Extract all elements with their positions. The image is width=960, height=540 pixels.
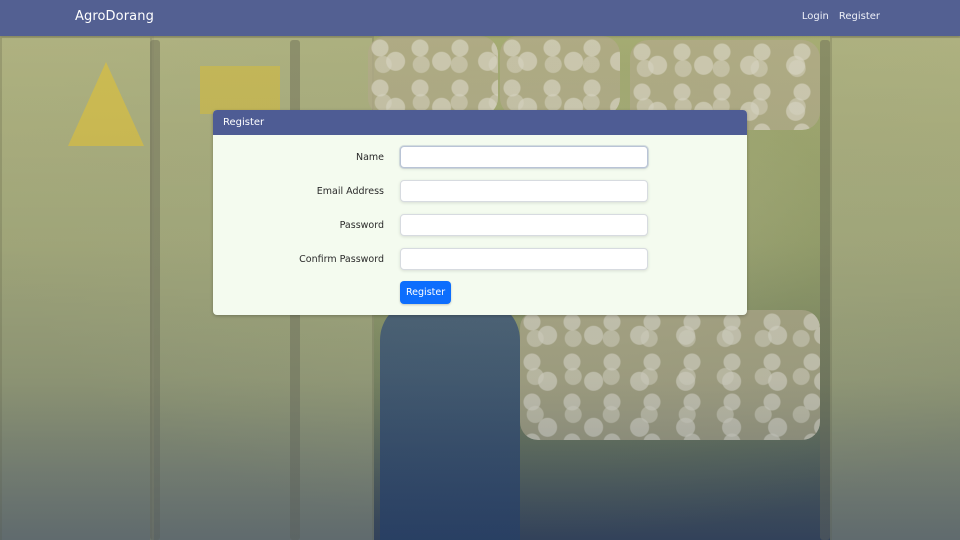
- card-title: Register: [213, 110, 747, 135]
- register-card: Register Name Email Address Password Con…: [213, 110, 747, 315]
- name-label: Name: [355, 152, 384, 163]
- email-input[interactable]: [400, 180, 648, 202]
- email-row: Email Address: [213, 180, 747, 204]
- navbar: AgroDorang Login Register: [0, 0, 960, 36]
- email-label: Email Address: [316, 186, 384, 197]
- name-input[interactable]: [400, 146, 648, 168]
- brand-link[interactable]: AgroDorang: [75, 9, 154, 24]
- nav-register-link[interactable]: Register: [839, 11, 880, 22]
- confirm-password-row: Confirm Password: [213, 248, 747, 272]
- confirm-password-input[interactable]: [400, 248, 648, 270]
- register-submit-button[interactable]: Register: [400, 281, 451, 304]
- password-label: Password: [339, 220, 384, 231]
- password-row: Password: [213, 214, 747, 238]
- nav-links: Login Register: [802, 11, 880, 22]
- password-input[interactable]: [400, 214, 648, 236]
- nav-login-link[interactable]: Login: [802, 11, 829, 22]
- name-row: Name: [213, 146, 747, 170]
- confirm-password-label: Confirm Password: [299, 254, 384, 265]
